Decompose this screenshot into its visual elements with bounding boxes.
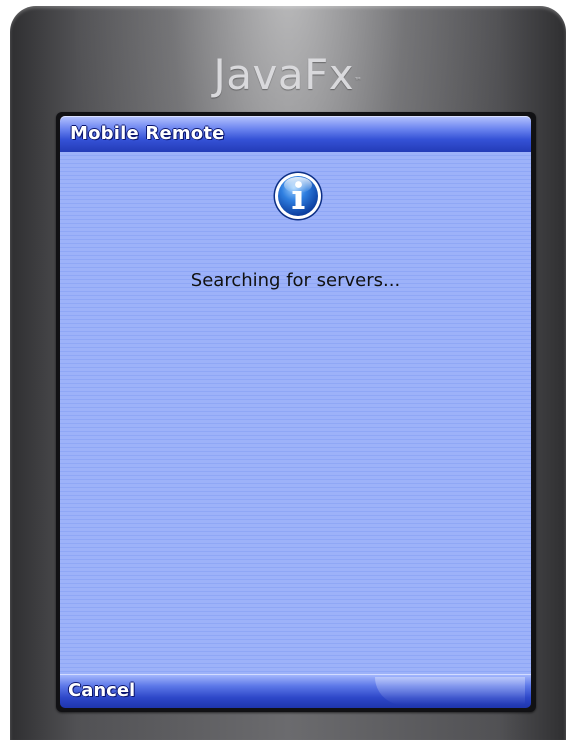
status-message: Searching for servers... (190, 270, 401, 291)
softkey-sheen (375, 677, 525, 705)
cancel-softkey[interactable]: Cancel (68, 680, 135, 701)
brand-text: JavaFx (213, 50, 355, 99)
dialog-title-bar: Mobile Remote (60, 116, 531, 152)
info-icon (273, 171, 323, 221)
dialog-title: Mobile Remote (70, 123, 225, 144)
brand-trademark: ™ (354, 76, 363, 85)
dialog-body: Searching for servers... (60, 152, 531, 674)
phone-device-frame: JavaFx™ Mobile Remote Searching for serv… (10, 6, 566, 740)
softkey-bar: Cancel (60, 674, 531, 708)
phone-screen: Mobile Remote Searching for servers... C… (56, 112, 536, 712)
brand-logo: JavaFx™ (10, 54, 566, 96)
